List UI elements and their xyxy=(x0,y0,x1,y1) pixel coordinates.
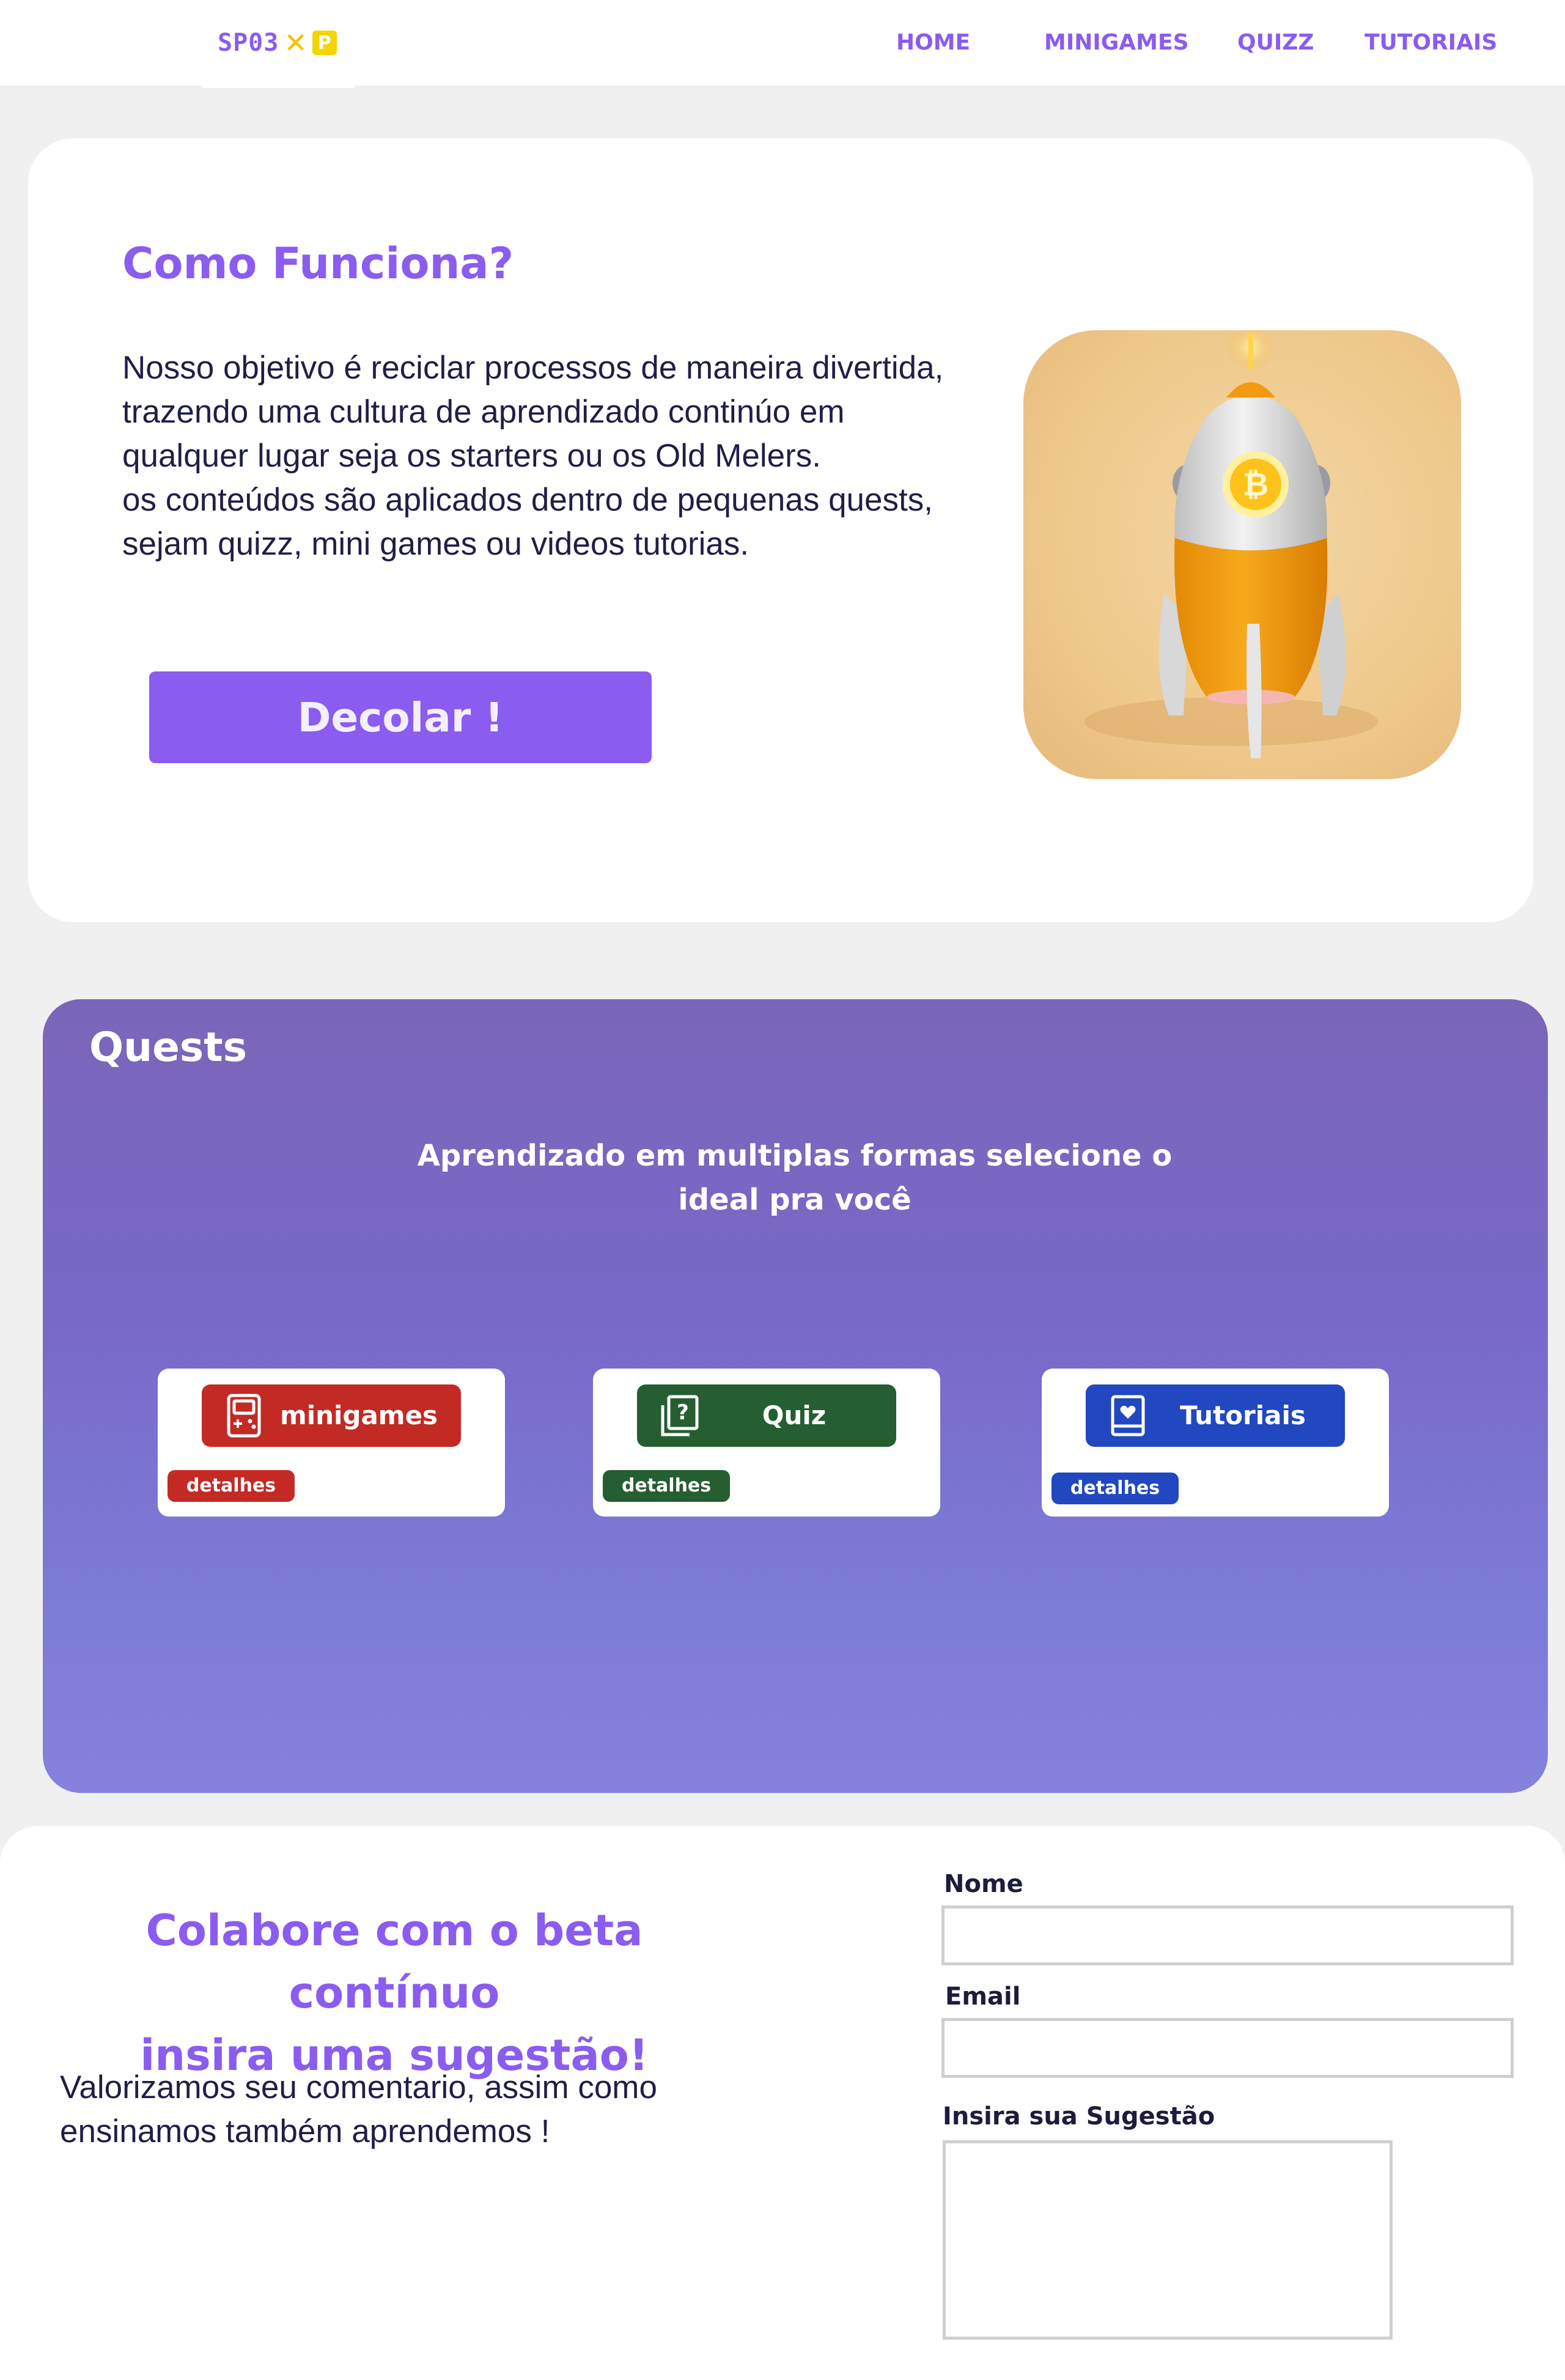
quiz-details-button[interactable]: detalhes xyxy=(603,1470,730,1502)
quests-subtitle: Aprendizado em multiplas formas selecion… xyxy=(417,1139,1173,1217)
suggestion-title-line-1: Colabore com o beta contínuo xyxy=(145,1905,643,2018)
nav-link-tutoriais[interactable]: TUTORIAIS xyxy=(1364,26,1497,60)
quest-card-quiz: ? Quiz detalhes xyxy=(593,1369,940,1517)
bitcoin-symbol: ₿ xyxy=(1243,467,1269,503)
paragraph-2: os conteúdos são aplicados dentro de peq… xyxy=(122,482,933,562)
suggestion-title: Colabore com o beta contínuo insira uma … xyxy=(37,1899,752,2086)
how-it-works-text: Nosso objetivo é reciclar processos de m… xyxy=(122,346,978,566)
tutoriais-label: Tutoriais xyxy=(1180,1400,1306,1430)
quiz-button[interactable]: ? Quiz xyxy=(637,1384,896,1447)
logo-text: SP03 xyxy=(218,29,279,57)
name-label: Nome xyxy=(944,1870,1023,1898)
minigames-details-button[interactable]: detalhes xyxy=(168,1470,295,1502)
suggestion-textarea[interactable] xyxy=(943,2140,1393,2340)
logo[interactable]: SP03 ✕ P xyxy=(218,26,337,60)
quest-card-tutoriais: Tutoriais detalhes xyxy=(1042,1369,1389,1517)
name-field[interactable] xyxy=(941,1905,1514,1965)
email-field[interactable] xyxy=(941,2018,1514,2078)
quests-section: Quests Aprendizado em multiplas formas s… xyxy=(43,999,1548,1793)
tutoriais-button[interactable]: Tutoriais xyxy=(1086,1384,1345,1447)
section-title: Como Funciona? xyxy=(122,238,514,289)
minigames-label: minigames xyxy=(279,1400,438,1430)
quests-title: Quests xyxy=(89,1024,247,1071)
navbar: SP03 ✕ P HOME MINIGAMES QUIZZ TUTORIAIS xyxy=(0,0,1565,86)
tutorial-book-icon xyxy=(1111,1395,1145,1436)
nav-link-home[interactable]: HOME xyxy=(896,26,970,60)
suggestion-text: Valorizamos seu comentario, assim como e… xyxy=(60,2069,657,2149)
minigames-button[interactable]: minigames xyxy=(202,1384,461,1447)
tutoriais-details-button[interactable]: detalhes xyxy=(1051,1473,1179,1504)
quiz-label: Quiz xyxy=(762,1400,827,1430)
logo-underline xyxy=(202,83,355,88)
gamepad-icon xyxy=(227,1394,261,1438)
paragraph-1: Nosso objetivo é reciclar processos de m… xyxy=(122,350,944,474)
nav-link-quizz[interactable]: QUIZZ xyxy=(1237,26,1314,60)
how-it-works-section: Como Funciona? Nosso objetivo é reciclar… xyxy=(28,138,1533,922)
svg-text:?: ? xyxy=(677,1400,689,1425)
email-label: Email xyxy=(945,1983,1021,2011)
quiz-icon: ? xyxy=(661,1395,699,1436)
logo-p-icon: P xyxy=(312,31,337,55)
quest-card-minigames: minigames detalhes xyxy=(158,1369,505,1517)
logo-x-icon: ✕ xyxy=(284,26,307,59)
suggestion-section: Colabore com o beta contínuo insira uma … xyxy=(0,1826,1565,2380)
rocket-illustration: ₿ xyxy=(1023,330,1461,779)
nav-link-minigames[interactable]: MINIGAMES xyxy=(1044,26,1189,60)
rocket-icon: ₿ xyxy=(1084,330,1378,758)
suggestion-label: Insira sua Sugestão xyxy=(943,2102,1215,2131)
launch-button[interactable]: Decolar ! xyxy=(149,671,652,763)
